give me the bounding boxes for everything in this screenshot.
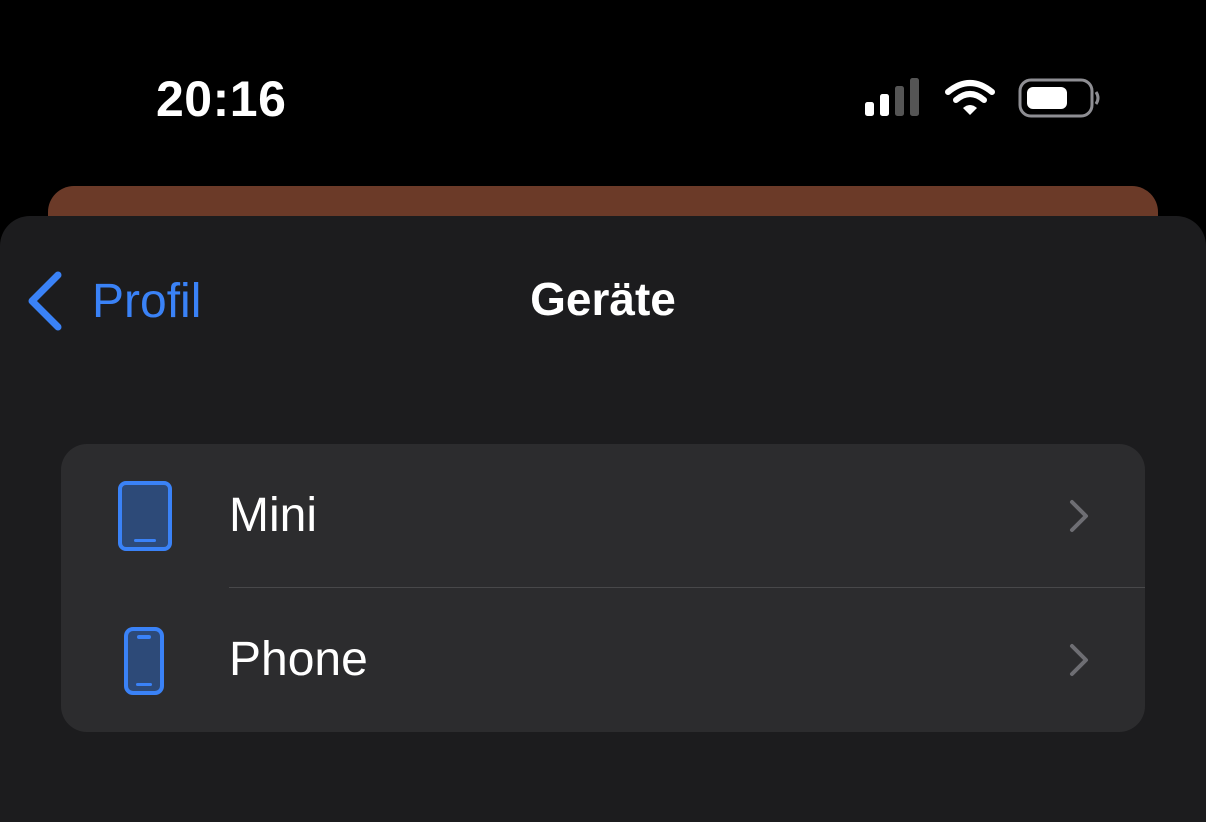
device-list: Mini Phone: [61, 444, 1145, 732]
list-item-phone[interactable]: Phone: [61, 588, 1145, 732]
tablet-icon: [118, 481, 172, 551]
phone-icon: [124, 627, 164, 695]
list-item-mini[interactable]: Mini: [61, 444, 1145, 588]
list-item-label: Mini: [229, 489, 318, 542]
wifi-icon: [945, 80, 995, 115]
chevron-right-icon: [1070, 500, 1088, 532]
battery-icon: [1018, 78, 1100, 118]
status-icons: [862, 78, 1107, 120]
list-item-label: Phone: [229, 633, 368, 686]
page-title: Geräte: [530, 273, 676, 325]
status-time: 20:16: [156, 71, 287, 127]
screen: 20:16 Profil Geräte Mini Phone: [0, 0, 1206, 822]
cellular-signal-icon: [865, 78, 919, 116]
chevron-right-icon: [1070, 644, 1088, 676]
